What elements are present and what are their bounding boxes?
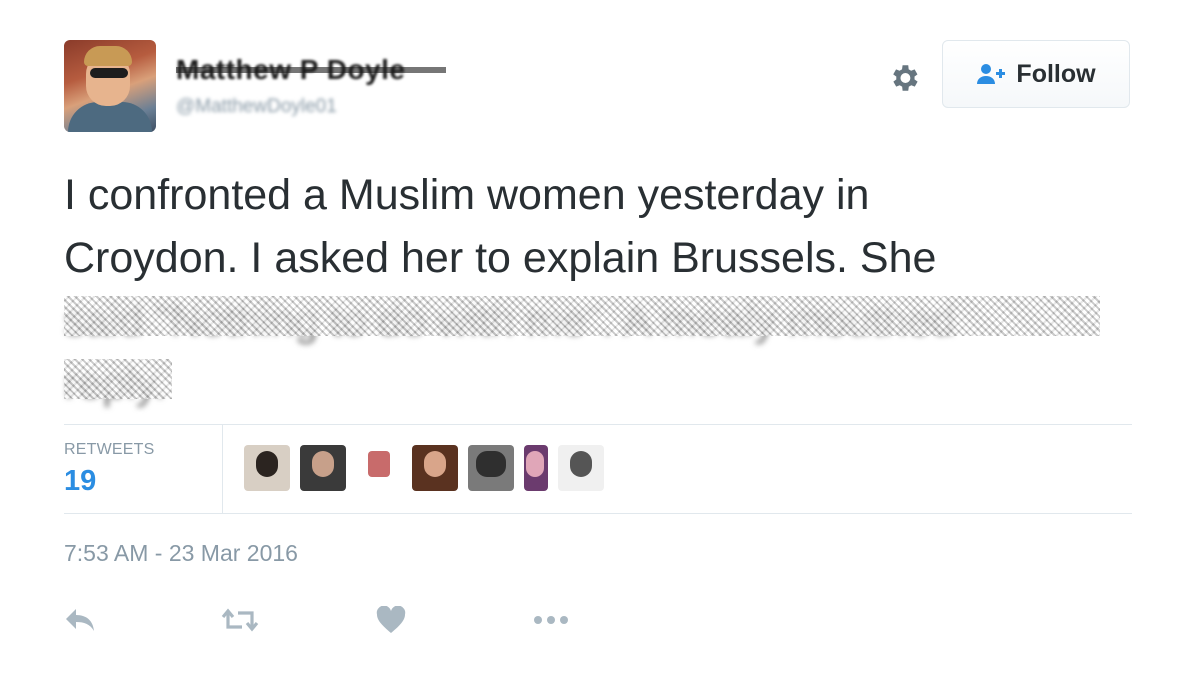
- tweet-stats: RETWEETS 19: [64, 425, 1132, 513]
- follow-button[interactable]: Follow: [942, 40, 1130, 108]
- retweets-stat[interactable]: RETWEETS 19: [64, 425, 223, 513]
- reply-icon: [64, 607, 96, 633]
- author-handle[interactable]: @MatthewDoyle01: [176, 96, 337, 118]
- redaction-overlay: [64, 296, 1100, 336]
- like-icon: [376, 606, 406, 634]
- retweeter-avatar[interactable]: [356, 445, 402, 491]
- reply-button[interactable]: [64, 598, 220, 642]
- follow-label: Follow: [1016, 59, 1096, 88]
- retweeter-avatar[interactable]: [244, 445, 290, 491]
- tweet-timestamp[interactable]: 7:53 AM - 23 Mar 2016: [64, 540, 298, 567]
- more-icon: [532, 614, 572, 626]
- retweet-icon: [220, 607, 260, 633]
- gear-icon[interactable]: [884, 58, 924, 98]
- tweet-line-2: Croydon. I asked her to explain Brussels…: [64, 234, 937, 282]
- divider: [64, 513, 1132, 514]
- retweeter-avatar[interactable]: [300, 445, 346, 491]
- retweet-button[interactable]: [220, 598, 376, 642]
- retweeter-avatar[interactable]: [558, 445, 604, 491]
- retweeter-avatar[interactable]: [412, 445, 458, 491]
- tweet-text: I confronted a Muslim women yesterday in…: [64, 164, 1132, 416]
- author-avatar[interactable]: [64, 40, 156, 132]
- add-user-icon: [976, 63, 1006, 85]
- retweets-label: RETWEETS: [64, 441, 155, 458]
- name-redaction: [176, 67, 446, 73]
- retweeter-avatar[interactable]: [468, 445, 514, 491]
- more-button[interactable]: [532, 598, 688, 642]
- tweet-card: Matthew P Doyle @MatthewDoyle01 Follow I…: [64, 40, 1132, 660]
- retweeter-avatar[interactable]: [524, 445, 548, 491]
- tweet-line-4-redacted: reply.: [64, 353, 1132, 416]
- like-button[interactable]: [376, 598, 532, 642]
- retweets-count: 19: [64, 465, 97, 497]
- redaction-overlay: [64, 359, 172, 399]
- tweet-actions: [64, 598, 688, 642]
- tweet-line-1: I confronted a Muslim women yesterday in: [64, 171, 870, 219]
- retweeter-avatars: [244, 445, 604, 491]
